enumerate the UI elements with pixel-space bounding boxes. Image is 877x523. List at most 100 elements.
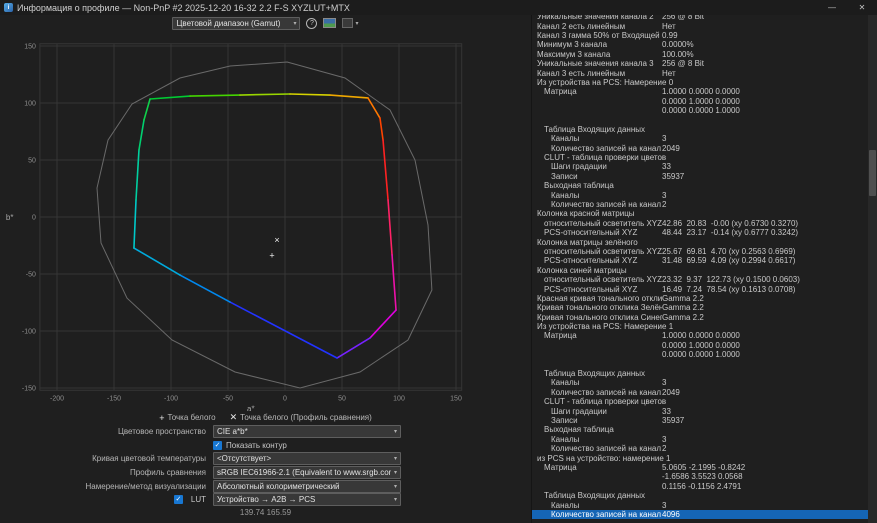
property-row[interactable]: Каналы 3	[532, 134, 868, 144]
close-button[interactable]: ✕	[847, 0, 877, 15]
property-row[interactable]: Таблица Входящих данных	[532, 368, 868, 379]
property-row[interactable]: 0.0000 1.0000 0.0000	[532, 340, 868, 351]
property-row[interactable]: Выходная таблица	[532, 425, 868, 435]
chevron-down-icon	[394, 469, 397, 476]
property-label: Шаги градации	[551, 162, 607, 172]
property-row[interactable]: Количество записей на канал 2049	[532, 387, 868, 398]
temperature-curve-select[interactable]: <Отсутствует>	[213, 452, 401, 465]
property-row[interactable]: Записи 35937	[532, 171, 868, 182]
property-row[interactable]: 0.0000 0.0000 1.0000	[532, 350, 868, 360]
property-row[interactable]: Колонка синей матрицы	[532, 265, 868, 275]
svg-text:-100: -100	[22, 329, 36, 336]
property-value: 5.0605 -2.1995 -0.8242	[662, 462, 868, 473]
lut-checkbox[interactable]	[173, 495, 183, 504]
property-row[interactable]: относительный осветитель XYZ 42.86 20.83 …	[532, 218, 868, 228]
property-value: 25.67 69.81 4.70 (xy 0.2563 0.6969)	[662, 246, 868, 257]
property-row[interactable]: -1.6586 3.5523 0.0568	[532, 472, 868, 482]
property-row[interactable]: Записи 35937	[532, 415, 868, 426]
property-row[interactable]: Каналы 3	[532, 434, 868, 444]
svg-text:-150: -150	[22, 386, 36, 393]
property-value: 33	[662, 406, 868, 416]
property-row[interactable]: Выходная таблица	[532, 181, 868, 191]
property-row[interactable]: Кривая тонального отклика Синего Gamma 2.…	[532, 312, 868, 322]
property-row[interactable]: Шаги градации 33	[532, 406, 868, 416]
property-row[interactable]: Количество записей на канал 4096	[532, 509, 868, 520]
rendering-intent-select[interactable]: Абсолютный колориметрический	[213, 480, 401, 493]
property-row[interactable]: Максимум 3 канала 100.00%	[532, 49, 868, 59]
property-row[interactable]: Колонка матрицы зелёного	[532, 237, 868, 247]
property-row[interactable]: Шаги градации 33	[532, 162, 868, 172]
property-row[interactable]: CLUT - таблица проверки цветов	[532, 152, 868, 163]
property-label: Каналы	[551, 500, 580, 510]
property-label: Количество записей на канал	[551, 509, 661, 519]
property-row[interactable]: Из устройства на PCS: Намерение 1	[532, 321, 868, 332]
property-row[interactable]: Из устройства на PCS: Намерение 0	[532, 77, 868, 88]
property-row[interactable]: Количество записей на канал 2049	[532, 143, 868, 153]
scrollbar-thumb[interactable]	[869, 150, 876, 196]
property-row[interactable]: Красная кривая тонального отклика (TRC) G…	[532, 293, 868, 304]
property-row[interactable]: CLUT - таблица проверки цветов	[532, 397, 868, 407]
rendering-intent-label: Намерение/метод визуализации	[85, 482, 206, 491]
scrollbar[interactable]	[868, 15, 877, 523]
colorspace-select[interactable]: CIE a*b*	[213, 425, 401, 438]
property-label: Матрица	[544, 462, 577, 472]
property-row[interactable]: Количество записей на канал 2	[532, 199, 868, 210]
legend-white-point-label: Точка белого	[167, 413, 216, 422]
main-area: Цветовой диапазон (Gamut) ? -200 -150 -100…	[0, 15, 877, 523]
property-value: 42.86 20.83 -0.00 (xy 0.6730 0.3270)	[662, 218, 868, 228]
gamut-view-select[interactable]: Цветовой диапазон (Gamut)	[172, 16, 301, 30]
property-row[interactable]: Канал 3 гамма 50% от Входящей 0.99	[532, 30, 868, 41]
property-row[interactable]: 0.0000 0.0000 1.0000	[532, 105, 868, 116]
property-value: Gamma 2.2	[662, 303, 868, 313]
property-row[interactable]: Каналы 3	[532, 190, 868, 200]
property-row[interactable]: Таблица Входящих данных	[532, 124, 868, 135]
property-row[interactable]: Канал 3 есть линейным Нет	[532, 68, 868, 78]
property-row[interactable]: Колонка красной матрицы	[532, 209, 868, 219]
svg-text:0: 0	[32, 215, 36, 222]
property-row[interactable]: PCS-относительный XYZ 48.44 23.17 -0.14 (…	[532, 227, 868, 238]
property-row[interactable]: относительный осветитель XYZ 23.32 9.37 1…	[532, 274, 868, 285]
chart-toolbar: Цветовой диапазон (Gamut) ?	[0, 16, 531, 30]
property-value: 35937	[662, 415, 868, 426]
property-label: Количество записей на канал	[551, 200, 661, 209]
property-row[interactable]: PCS-относительный XYZ 31.48 69.59 4.09 (x…	[532, 256, 868, 266]
property-row[interactable]: Матрица 5.0605 -2.1995 -0.8242	[532, 462, 868, 473]
property-label: Из устройства на PCS: Намерение 0	[537, 77, 674, 87]
property-label: Записи	[551, 171, 578, 181]
gamut-chart[interactable]: -200 -150 -100 -50 0 50 100 150 -150 -100 -50 0 50 10…	[0, 30, 531, 411]
property-row[interactable]: Каналы 3	[532, 500, 868, 510]
help-icon[interactable]: ?	[306, 17, 318, 29]
save-image-icon[interactable]	[323, 18, 337, 28]
titlebar: i Информация о профиле — Non-PnP #2 2025…	[0, 0, 877, 15]
property-row[interactable]: Таблица Входящих данных	[532, 490, 868, 501]
property-row[interactable]: PCS-относительный XYZ 16.49 7.24 78.54 (x…	[532, 284, 868, 294]
profile-menu-button[interactable]	[342, 18, 358, 28]
property-label: Уникальные значения канала 2	[537, 15, 654, 22]
property-value: 0.1156 -0.1156 2.4791	[662, 481, 868, 491]
minimize-button[interactable]: —	[817, 0, 847, 15]
property-value: 0.99	[662, 30, 868, 41]
property-row[interactable]: Минимум 3 канала 0.0000%	[532, 40, 868, 50]
svg-text:0: 0	[283, 395, 287, 402]
property-label: Таблица Входящих данных	[544, 369, 645, 379]
comparison-profile-select[interactable]: sRGB IEC61966-2.1 (Equivalent to www.srg…	[213, 466, 401, 479]
svg-text:100: 100	[24, 101, 36, 108]
property-row[interactable]: Матрица 1.0000 0.0000 0.0000	[532, 331, 868, 341]
property-row[interactable]: 0.0000 1.0000 0.0000	[532, 96, 868, 106]
property-row[interactable]: относительный осветитель XYZ 25.67 69.81 …	[532, 246, 868, 257]
lut-select[interactable]: Устройство → A2B → PCS	[213, 493, 401, 506]
property-row[interactable]	[532, 115, 868, 125]
property-row[interactable]: 0.1156 -0.1156 2.4791	[532, 481, 868, 491]
property-label: Количество записей на канал	[551, 143, 661, 153]
lut-row: LUT Устройство → A2B → PCS	[0, 493, 531, 506]
property-row[interactable]: Уникальные значения канала 3 256 @ 8 Bit	[532, 58, 868, 69]
show-outline-checkbox[interactable]	[213, 441, 222, 450]
property-value: 2	[662, 443, 868, 454]
property-row[interactable]: Канал 2 есть линейным Нет	[532, 21, 868, 31]
property-row[interactable]: Матрица 1.0000 0.0000 0.0000	[532, 87, 868, 97]
property-row[interactable]: Каналы 3	[532, 378, 868, 388]
property-row[interactable]	[532, 359, 868, 369]
property-row[interactable]: Кривая тонального отклика Зелёного Gamma …	[532, 303, 868, 313]
property-row[interactable]: Количество записей на канал 2	[532, 443, 868, 454]
property-row[interactable]: из PCS на устройство: намерение 1	[532, 453, 868, 463]
